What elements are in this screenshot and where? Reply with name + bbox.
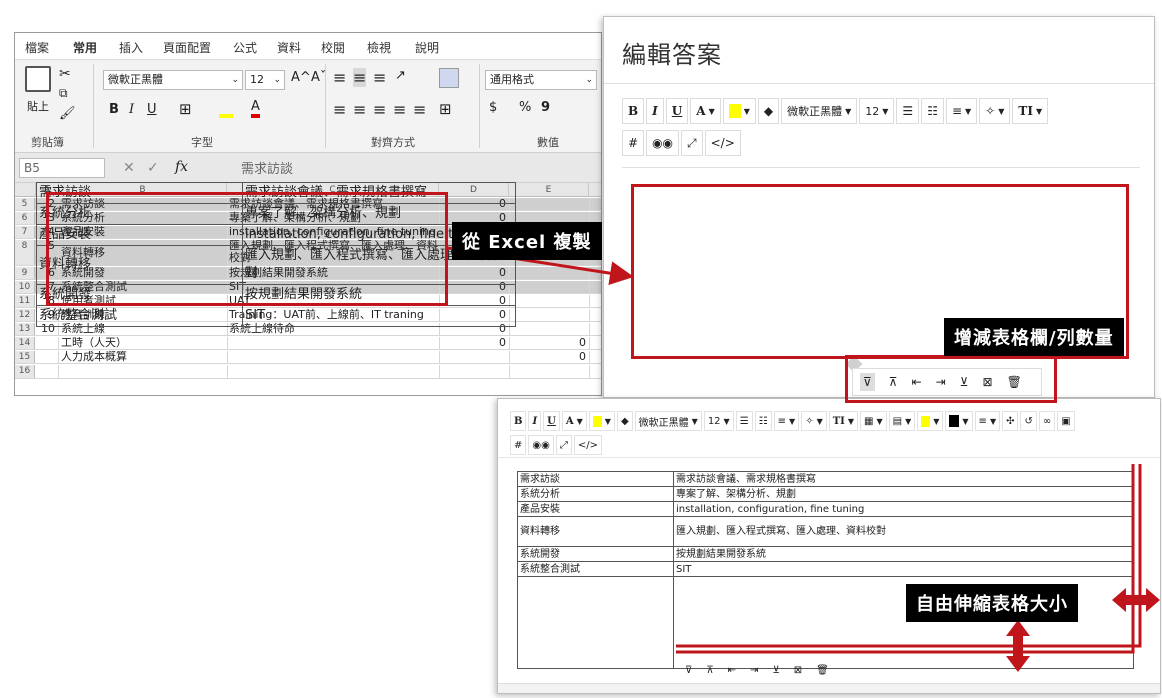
callout-resize-table: 自由伸縮表格大小 [906, 584, 1078, 622]
callout-copy-from-excel: 從 Excel 複製 [452, 222, 602, 260]
callout-adjust-rows-cols: 增減表格欄/列數量 [944, 318, 1124, 356]
resize-corner-line-outer [676, 464, 1135, 654]
horizontal-resize-arrow [1112, 588, 1160, 612]
